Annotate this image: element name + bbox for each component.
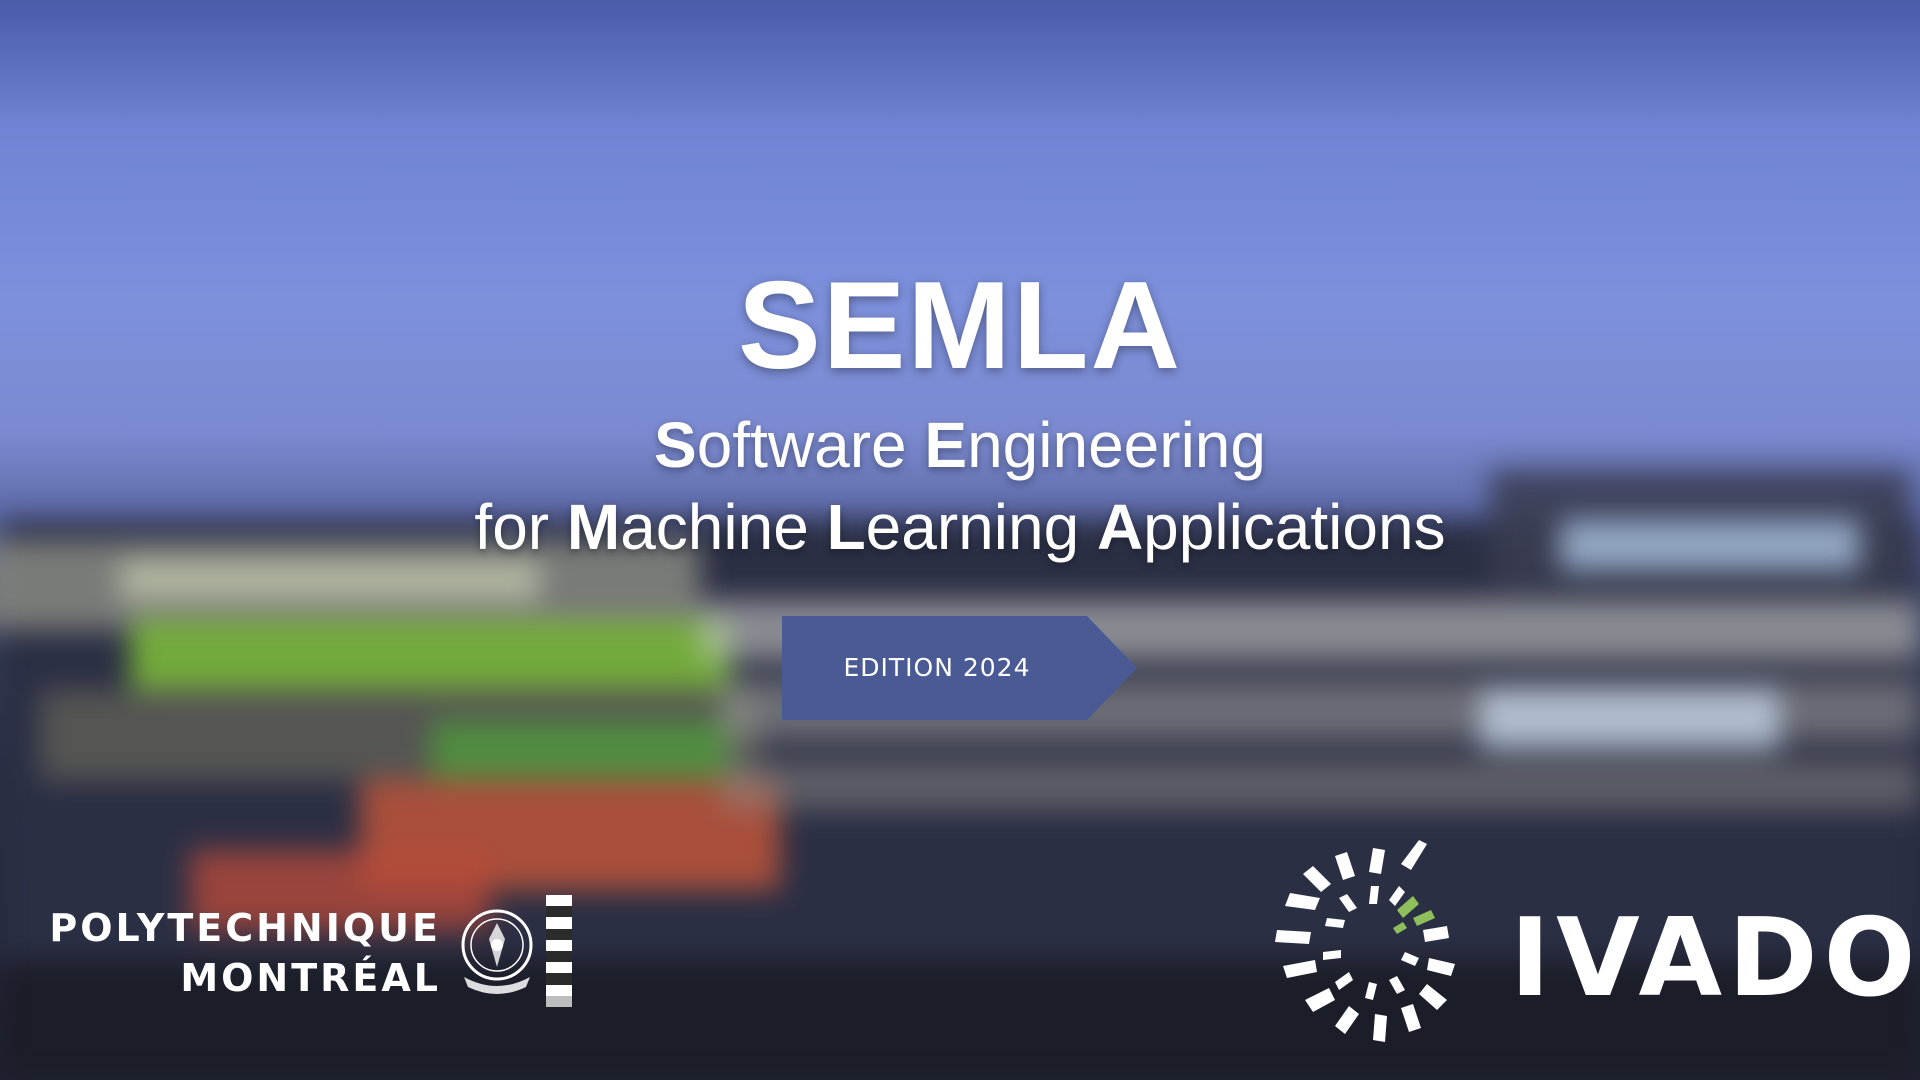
polytechnique-seal-icon bbox=[461, 909, 533, 994]
subtitle-line-2: for Machine Learning Applications bbox=[0, 490, 1920, 564]
subtitle-part: achine bbox=[620, 491, 827, 563]
subtitle-line-1: Software Engineering bbox=[0, 408, 1920, 482]
edition-label: EDITION 2024 bbox=[843, 653, 1031, 682]
polytechnique-bars-icon bbox=[546, 895, 572, 1007]
subtitle-part: pplications bbox=[1143, 491, 1446, 563]
polytechnique-line-1: POLYTECHNIQUE bbox=[49, 906, 441, 950]
edition-banner: EDITION 2024 bbox=[782, 616, 1137, 720]
subtitle-part: A bbox=[1096, 491, 1144, 563]
subtitle-part: for bbox=[474, 491, 567, 563]
ivado-wordmark: IVADO bbox=[1510, 896, 1920, 1021]
subtitle-part: ngineering bbox=[967, 409, 1266, 481]
subtitle-part: E bbox=[924, 409, 968, 481]
subtitle-part: oftware bbox=[696, 409, 925, 481]
subtitle-part: S bbox=[654, 409, 697, 481]
title-slide: SEMLA Software Engineering for Machine L… bbox=[0, 0, 1920, 1080]
polytechnique-montreal-logo: POLYTECHNIQUE MONTRÉAL bbox=[49, 895, 576, 1010]
polytechnique-line-2: MONTRÉAL bbox=[180, 956, 441, 1000]
subtitle-part: earning bbox=[865, 491, 1097, 563]
ivado-logo: IVADO bbox=[1250, 838, 1915, 1048]
subtitle-part: M bbox=[566, 491, 621, 563]
slide-title: SEMLA bbox=[738, 257, 1182, 395]
subtitle-part: L bbox=[826, 491, 866, 563]
ivado-starburst-icon bbox=[1275, 840, 1455, 1042]
polytechnique-wordmark: POLYTECHNIQUE MONTRÉAL bbox=[49, 903, 441, 1003]
